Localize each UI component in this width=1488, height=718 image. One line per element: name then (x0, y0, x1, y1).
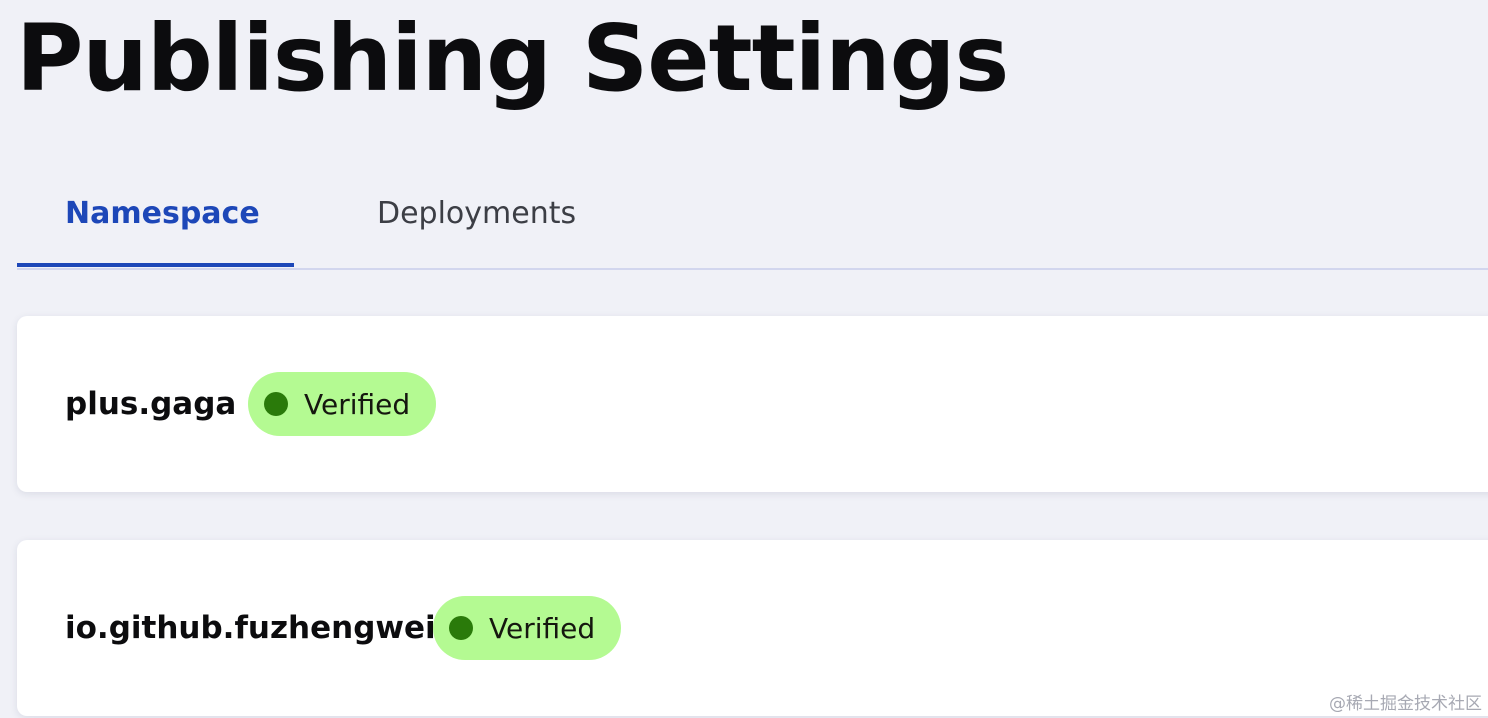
namespace-name: plus.gaga (65, 386, 237, 422)
status-dot-icon (449, 616, 473, 640)
status-badge: Verified (248, 372, 436, 436)
status-dot-icon (264, 392, 288, 416)
tab-deployments-label: Deployments (377, 196, 577, 231)
active-tab-indicator (17, 263, 294, 267)
tab-bar: Namespace Deployments (17, 178, 1488, 270)
status-badge-label: Verified (489, 611, 596, 645)
namespace-card: io.github.fuzhengwei Verified (17, 540, 1488, 716)
tab-deployments[interactable]: Deployments (377, 178, 576, 250)
namespace-card: plus.gaga Verified (17, 316, 1488, 492)
status-badge: Verified (433, 596, 621, 660)
page-title: Publishing Settings (16, 5, 1009, 112)
tab-namespace-label: Namespace (65, 196, 260, 231)
tab-namespace[interactable]: Namespace (17, 178, 294, 250)
namespace-name: io.github.fuzhengwei (65, 610, 436, 646)
status-badge-label: Verified (304, 387, 411, 421)
watermark: @稀土掘金技术社区 (1329, 694, 1482, 714)
